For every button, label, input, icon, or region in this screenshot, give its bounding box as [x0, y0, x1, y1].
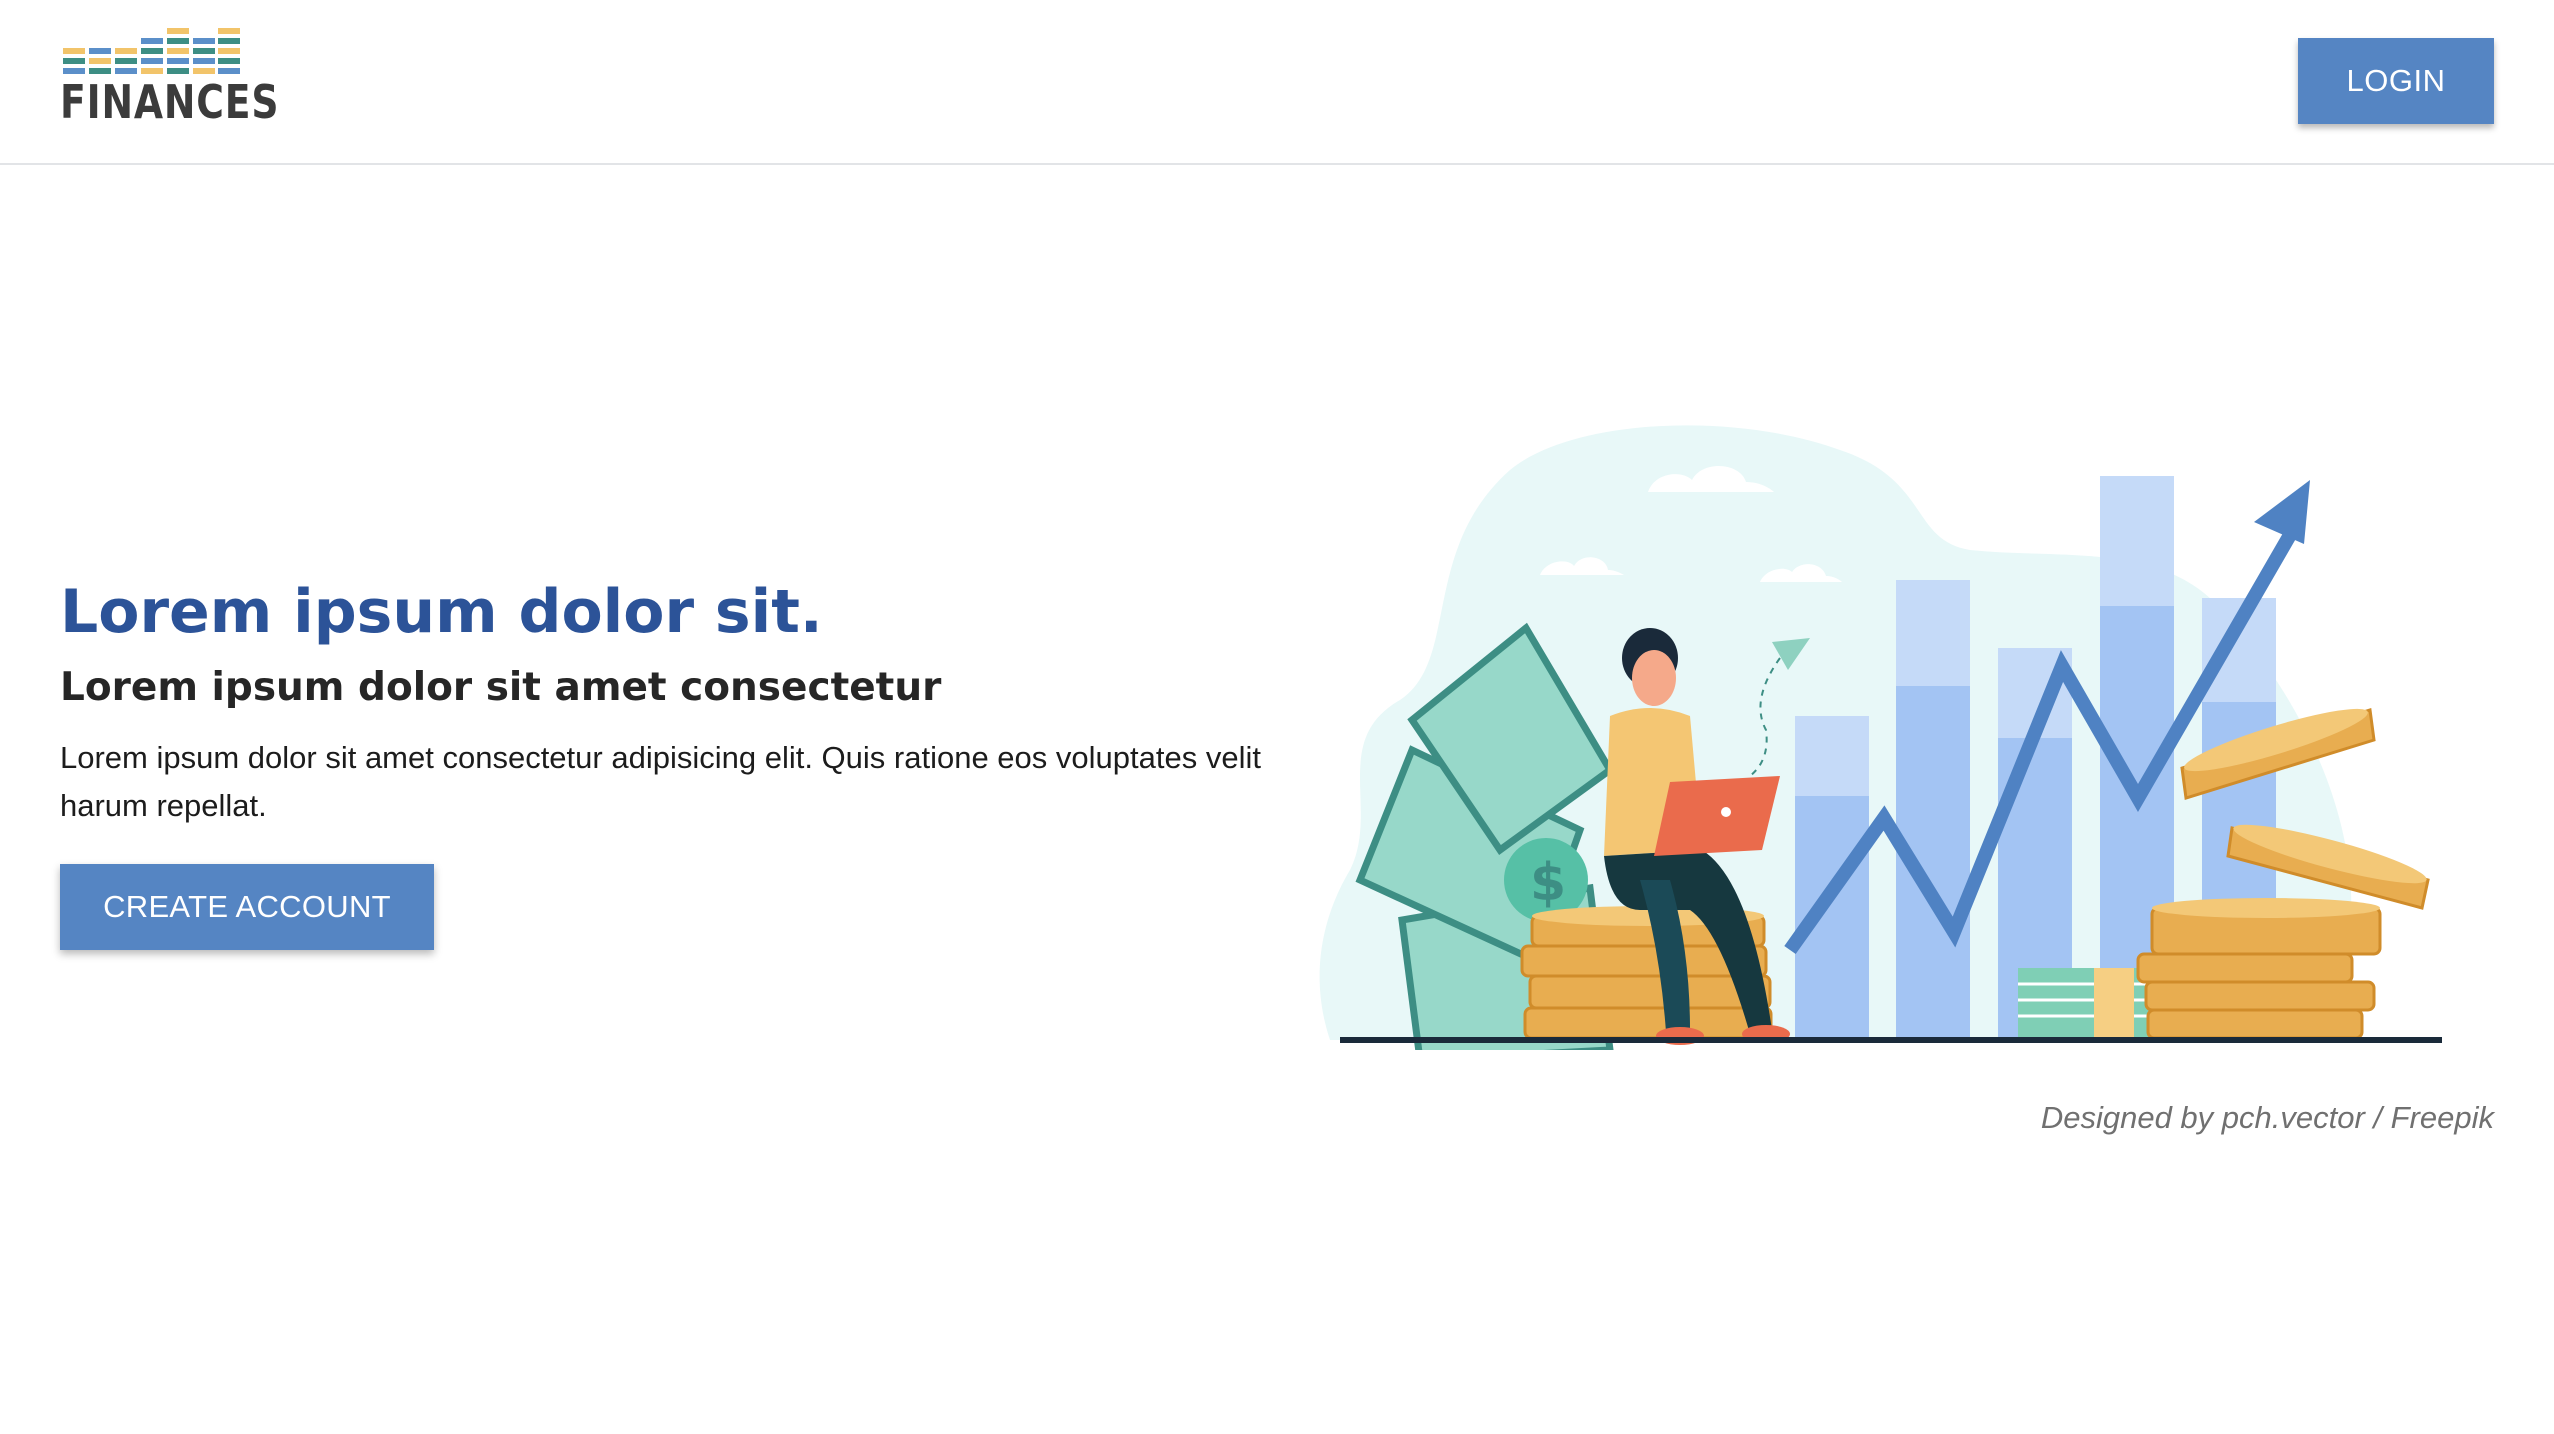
- illustration-credit: Designed by pch.vector / Freepik: [2040, 1100, 2494, 1135]
- hero-subtitle: Lorem ipsum dolor sit amet consectetur: [60, 665, 942, 710]
- logo-bars-icon: [63, 28, 240, 74]
- site-header: FINANCES LOGIN: [0, 0, 2554, 165]
- logo-text: FINANCES: [60, 75, 280, 129]
- hero-title: Lorem ipsum dolor sit.: [60, 577, 823, 647]
- hero-body-text: Lorem ipsum dolor sit amet consectetur a…: [60, 740, 1261, 823]
- login-button[interactable]: LOGIN: [2298, 38, 2494, 124]
- finance-growth-illustration: $: [1319, 425, 2442, 1050]
- finances-logo[interactable]: FINANCES: [60, 26, 278, 129]
- svg-text:$: $: [1530, 853, 1566, 913]
- create-account-button[interactable]: CREATE ACCOUNT: [60, 864, 434, 950]
